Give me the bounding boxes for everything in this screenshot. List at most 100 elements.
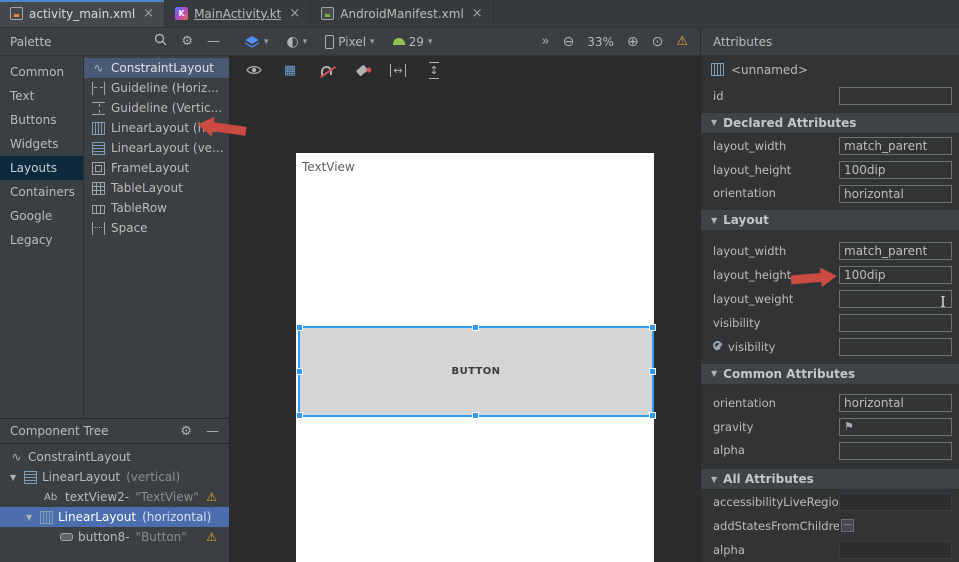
palette-item-framelayout[interactable]: FrameLayout — [84, 158, 229, 178]
attr-value-field[interactable]: match_parent — [839, 242, 952, 260]
resize-handle[interactable] — [472, 324, 479, 331]
section-layout[interactable]: ▼ Layout — [701, 209, 959, 231]
checkbox-indeterminate[interactable]: — — [841, 519, 854, 532]
device-selector[interactable]: Pixel ▾ — [325, 35, 374, 49]
attr-value-field[interactable]: 100dip — [839, 161, 952, 179]
chevron-down-icon: ▾ — [370, 37, 375, 47]
api-level-selector[interactable]: 29 ▾ — [393, 35, 433, 49]
palette-category-text[interactable]: Text — [0, 84, 83, 108]
close-icon[interactable]: × — [289, 6, 300, 21]
device-screen[interactable]: TextView BUTTON — [296, 153, 654, 562]
palette-category-containers[interactable]: Containers — [0, 180, 83, 204]
warnings-icon[interactable]: ⚠ — [676, 34, 688, 49]
attr-value-field[interactable] — [839, 442, 952, 460]
palette-item-tablerow[interactable]: TableRow — [84, 198, 229, 218]
id-input[interactable] — [839, 87, 952, 105]
attr-row-id: id — [701, 84, 959, 108]
palette-category-legacy[interactable]: Legacy — [0, 228, 83, 252]
tree-item-button8[interactable]: button8-"Button" ⚠ — [0, 527, 229, 547]
palette-category-widgets[interactable]: Widgets — [0, 132, 83, 156]
palette-item-space[interactable]: Space — [84, 218, 229, 238]
warning-icon[interactable]: ⚠ — [206, 530, 217, 544]
attr-value-field[interactable]: match_parent — [839, 137, 952, 155]
attr-value-field[interactable]: horizontal — [839, 394, 952, 412]
orientation-theme-button[interactable]: ◐ ▾ — [287, 34, 308, 50]
resize-handle[interactable] — [296, 324, 303, 331]
resize-handle[interactable] — [472, 412, 479, 419]
tab-android-manifest-xml[interactable]: AndroidManifest.xml × — [311, 0, 493, 27]
collapse-arrow-icon[interactable]: ▼ — [10, 473, 19, 482]
autoconnect-off-magnet-icon[interactable] — [317, 61, 335, 79]
section-declared-attributes[interactable]: ▼ Declared Attributes — [701, 112, 959, 134]
section-common-attributes[interactable]: ▼ Common Attributes — [701, 363, 959, 385]
design-canvas[interactable]: TextView BUTTON — [230, 84, 700, 562]
minimize-icon[interactable]: — — [206, 424, 219, 439]
palette-category-google[interactable]: Google — [0, 204, 83, 228]
palette-category-buttons[interactable]: Buttons — [0, 108, 83, 132]
blueprint-grid-icon[interactable]: ▦ — [281, 61, 299, 79]
section-all-attributes[interactable]: ▼ All Attributes — [701, 468, 959, 490]
attr-value-field[interactable]: horizontal — [839, 185, 952, 203]
framelayout-icon — [92, 162, 105, 175]
android-icon — [393, 38, 405, 45]
resize-handle[interactable] — [296, 368, 303, 375]
collapse-arrow-icon[interactable]: ▼ — [26, 513, 35, 522]
pack-horizontal-icon[interactable]: ↔ — [389, 61, 407, 79]
tree-item-constraintlayout[interactable]: ∿ ConstraintLayout — [0, 447, 229, 467]
attr-value-field[interactable] — [839, 493, 952, 511]
attr-label: gravity — [713, 420, 753, 434]
warning-icon[interactable]: ⚠ — [206, 490, 217, 504]
canvas-button[interactable]: BUTTON — [452, 366, 501, 377]
palette-category-common[interactable]: Common — [0, 60, 83, 84]
attr-value-field[interactable] — [839, 541, 952, 559]
resize-handle[interactable] — [649, 368, 656, 375]
expand-vertical-icon[interactable]: ↕ — [425, 61, 443, 79]
toolbar-overflow-chevrons[interactable]: » — [542, 34, 550, 49]
gear-icon[interactable]: ⚙ — [181, 34, 193, 49]
design-surface-selector[interactable]: ▾ — [244, 35, 269, 49]
flag-icon[interactable]: ⚑ — [844, 419, 854, 435]
canvas-textview[interactable]: TextView — [302, 160, 355, 174]
section-title: Common Attributes — [723, 367, 855, 381]
space-icon — [92, 222, 105, 235]
search-icon[interactable] — [154, 33, 167, 50]
palette-category-list: Common Text Buttons Widgets Layouts Cont… — [0, 56, 84, 418]
close-icon[interactable]: × — [472, 6, 483, 21]
palette-item-guideline-horizontal[interactable]: Guideline (Horiz... — [84, 78, 229, 98]
tab-activity-main-xml[interactable]: activity_main.xml × — [0, 0, 165, 27]
resize-handle[interactable] — [649, 412, 656, 419]
zoom-to-fit-icon[interactable]: ⊙ — [652, 34, 664, 50]
resize-handle[interactable] — [649, 324, 656, 331]
resize-handle[interactable] — [296, 412, 303, 419]
tree-item-linearlayout-horizontal[interactable]: ▼ LinearLayout(horizontal) — [0, 507, 229, 527]
layout-height-field[interactable]: 100dip — [839, 266, 952, 284]
attr-row-orientation: orientation horizontal — [701, 182, 959, 206]
attr-label: orientation — [713, 186, 776, 200]
gravity-field[interactable]: ⚑ — [839, 418, 952, 436]
selected-linearlayout[interactable]: BUTTON — [298, 326, 654, 417]
minimize-icon[interactable]: — — [207, 34, 220, 49]
attr-value-field[interactable] — [839, 314, 952, 332]
header-row: Palette ⚙ — ▾ ◐ ▾ Pixel ▾ 29 — [0, 28, 959, 56]
layers-icon — [244, 35, 260, 49]
tab-label: activity_main.xml — [29, 7, 135, 21]
palette-item-constraintlayout[interactable]: ∿ ConstraintLayout — [84, 58, 229, 78]
view-options-icon[interactable] — [245, 61, 263, 79]
zoom-in-icon[interactable]: ⊕ — [627, 34, 639, 50]
tree-item-linearlayout-vertical[interactable]: ▼ LinearLayout(vertical) — [0, 467, 229, 487]
clear-constraints-icon[interactable] — [353, 61, 371, 79]
attr-value-field[interactable] — [839, 338, 952, 356]
attr-label: alpha — [713, 443, 745, 457]
layout-weight-field[interactable] — [839, 290, 952, 308]
close-icon[interactable]: × — [143, 6, 154, 21]
gear-icon[interactable]: ⚙ — [180, 424, 192, 439]
tree-item-textview2[interactable]: Ab textView2-"TextView" ⚠ — [0, 487, 229, 507]
section-title: Layout — [723, 213, 769, 227]
palette-item-linearlayout-vertical[interactable]: LinearLayout (ve... — [84, 138, 229, 158]
zoom-out-icon[interactable]: ⊖ — [562, 34, 574, 50]
layout-xml-file-icon — [10, 7, 23, 20]
tab-main-activity-kt[interactable]: K MainActivity.kt × — [165, 0, 311, 27]
attr-label: visibility — [713, 316, 760, 330]
palette-category-layouts[interactable]: Layouts — [0, 156, 83, 180]
palette-item-tablelayout[interactable]: TableLayout — [84, 178, 229, 198]
